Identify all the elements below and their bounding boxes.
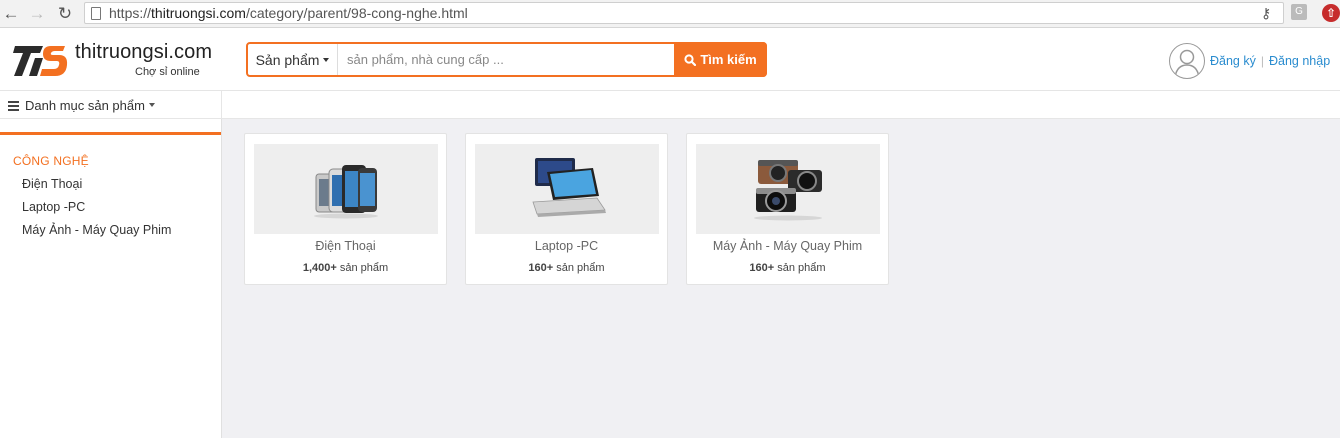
page-body: CÔNG NGHỆ Điện Thoại Laptop -PC Máy Ảnh …	[0, 119, 1340, 438]
sidebar-section-title[interactable]: CÔNG NGHỆ	[13, 154, 89, 168]
sidebar-accent-line	[0, 132, 221, 135]
category-menu-label: Danh mục sản phẩm	[25, 97, 145, 113]
chevron-down-icon	[148, 103, 155, 107]
category-card-count: 160+ sản phẩm	[528, 262, 605, 274]
category-card-dien-thoai[interactable]: Điện Thoại 1,400+ sản phẩm	[244, 133, 447, 285]
translate-icon[interactable]: G	[1291, 4, 1307, 20]
search-icon	[684, 53, 697, 66]
auth-separator: |	[1260, 54, 1264, 68]
brand-name[interactable]: thitruongsi.com	[75, 41, 212, 64]
category-card-title[interactable]: Điện Thoại	[245, 239, 446, 253]
back-button[interactable]: ←	[0, 3, 22, 25]
category-card-count: 160+ sản phẩm	[749, 262, 826, 274]
menu-icon	[8, 100, 19, 111]
category-image-cameras[interactable]	[696, 144, 880, 234]
logo-icon[interactable]	[13, 42, 73, 80]
search-button[interactable]: Tìm kiếm	[674, 42, 767, 77]
login-link[interactable]: Đăng nhập	[1269, 54, 1330, 68]
search-button-label: Tìm kiếm	[700, 52, 757, 67]
url-text: https://thitruongsi.com/category/parent/…	[109, 5, 468, 21]
extension-icon[interactable]: ⇧	[1322, 4, 1340, 22]
auth-block: Đăng ký | Đăng nhập	[1169, 43, 1330, 79]
category-sidebar: CÔNG NGHỆ Điện Thoại Laptop -PC Máy Ảnh …	[0, 119, 222, 438]
forward-button[interactable]: →	[26, 3, 48, 25]
category-card-laptop-pc[interactable]: Laptop -PC 160+ sản phẩm	[465, 133, 668, 285]
search-form: Sản phẩm Tìm kiếm	[246, 42, 767, 77]
category-bar: Danh mục sản phẩm	[0, 91, 1340, 119]
user-avatar-icon[interactable]	[1169, 43, 1205, 79]
register-link[interactable]: Đăng ký	[1210, 54, 1256, 68]
reload-button[interactable]: ↻	[54, 3, 76, 25]
sidebar-item-laptop-pc[interactable]: Laptop -PC	[22, 200, 85, 214]
category-card-title[interactable]: Laptop -PC	[466, 239, 667, 253]
chevron-down-icon	[323, 57, 330, 62]
sidebar-item-may-anh[interactable]: Máy Ảnh - Máy Quay Phim	[22, 223, 171, 237]
category-card-title[interactable]: Máy Ảnh - Máy Quay Phim	[687, 239, 888, 253]
key-icon[interactable]: ⚷	[1261, 5, 1271, 22]
category-image-phones[interactable]	[254, 144, 438, 234]
category-image-laptops[interactable]	[475, 144, 659, 234]
address-bar[interactable]: https://thitruongsi.com/category/parent/…	[84, 2, 1284, 24]
search-scope-label: Sản phẩm	[255, 51, 320, 68]
category-menu-button[interactable]: Danh mục sản phẩm	[0, 91, 222, 119]
search-scope-dropdown[interactable]: Sản phẩm	[248, 44, 338, 75]
brand-tagline: Chợ sỉ online	[135, 66, 200, 78]
category-card-may-anh[interactable]: Máy Ảnh - Máy Quay Phim 160+ sản phẩm	[686, 133, 889, 285]
site-header: thitruongsi.com Chợ sỉ online Sản phẩm T…	[0, 29, 1340, 91]
sidebar-item-dien-thoai[interactable]: Điện Thoại	[22, 177, 82, 191]
search-input[interactable]	[340, 44, 673, 75]
browser-toolbar: ← → ↻ https://thitruongsi.com/category/p…	[0, 0, 1340, 28]
category-card-count: 1,400+ sản phẩm	[302, 262, 389, 274]
page-icon	[91, 7, 101, 20]
